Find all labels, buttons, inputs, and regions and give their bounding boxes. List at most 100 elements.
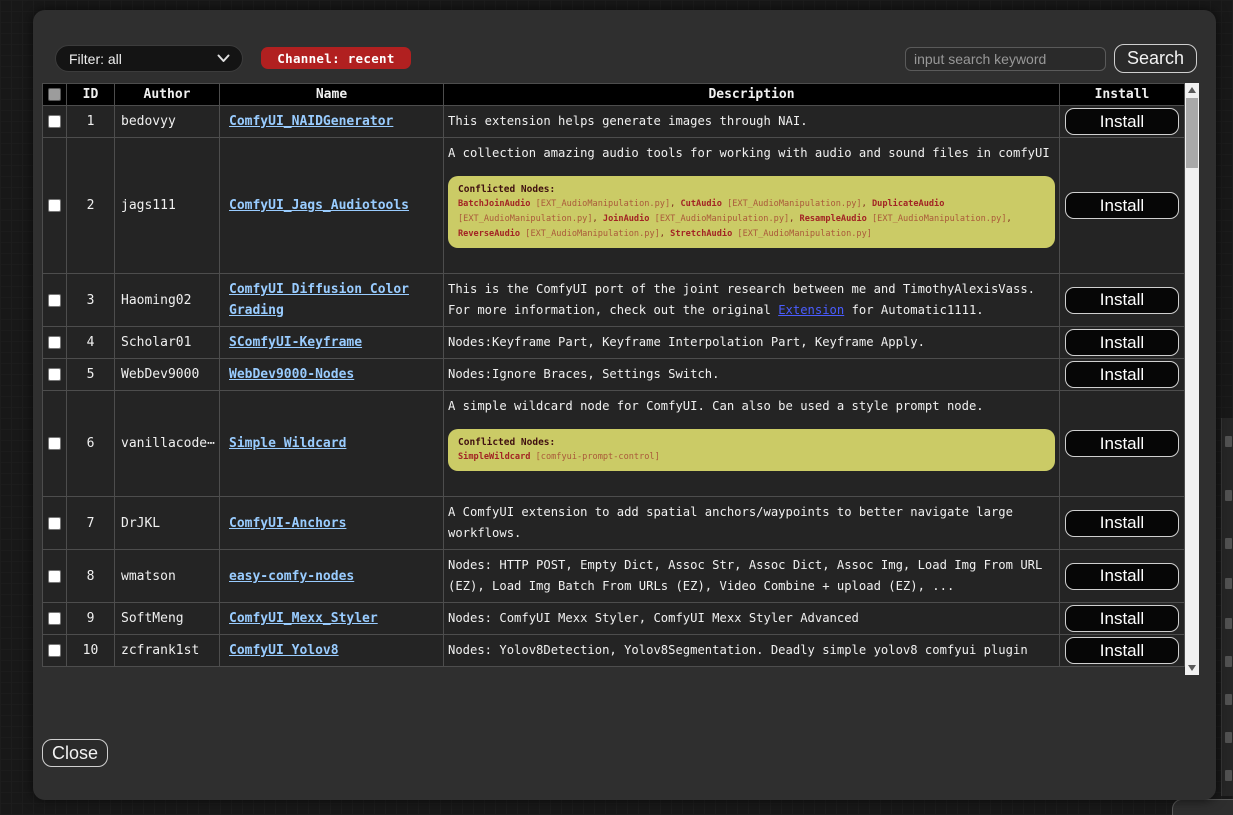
table-row: 9 SoftMeng ComfyUI_Mexx_Styler Nodes: Co… <box>43 603 1185 635</box>
row-id: 2 <box>67 138 115 274</box>
row-id: 6 <box>67 391 115 497</box>
row-description: Nodes:Keyframe Part, Keyframe Interpolat… <box>444 327 1060 359</box>
custom-nodes-table-container: ID Author Name Description Install 1 bed… <box>42 83 1199 675</box>
install-button[interactable]: Install <box>1065 637 1179 664</box>
row-author: Haoming02 <box>115 274 220 327</box>
extension-name-link[interactable]: ComfyUI_NAIDGenerator <box>229 114 393 129</box>
scroll-up-arrow-icon <box>1188 87 1196 93</box>
row-author: DrJKL <box>115 497 220 550</box>
row-author: wmatson <box>115 550 220 603</box>
table-row: 1 bedovyy ComfyUI_NAIDGenerator This ext… <box>43 106 1185 138</box>
custom-nodes-manager-dialog: Filter: all Channel: recent Search ID Au… <box>33 10 1216 800</box>
filter-dropdown-label: Filter: all <box>69 51 122 67</box>
extension-name-link[interactable]: ComfyUI-Anchors <box>229 516 346 531</box>
scroll-down-arrow-icon <box>1188 665 1196 671</box>
row-description: This extension helps generate images thr… <box>444 106 1060 138</box>
row-checkbox[interactable] <box>48 644 61 657</box>
extension-name-link[interactable]: easy-comfy-nodes <box>229 569 354 584</box>
row-id: 9 <box>67 603 115 635</box>
row-description: Nodes: ComfyUI Mexx Styler, ComfyUI Mexx… <box>444 603 1060 635</box>
install-button[interactable]: Install <box>1065 361 1179 388</box>
row-checkbox[interactable] <box>48 199 61 212</box>
external-extension-link[interactable]: Extension <box>778 303 844 317</box>
row-checkbox[interactable] <box>48 336 61 349</box>
row-author: WebDev9000 <box>115 359 220 391</box>
chevron-down-icon <box>217 54 230 63</box>
extension-name-link[interactable]: Simple Wildcard <box>229 436 346 451</box>
extension-name-link[interactable]: ComfyUI Diffusion Color Grading <box>229 282 409 318</box>
row-checkbox[interactable] <box>48 517 61 530</box>
table-row: 8 wmatson easy-comfy-nodes Nodes: HTTP P… <box>43 550 1185 603</box>
row-id: 4 <box>67 327 115 359</box>
row-checkbox[interactable] <box>48 570 61 583</box>
table-row: 4 Scholar01 SComfyUI-Keyframe Nodes:Keyf… <box>43 327 1185 359</box>
background-menu-sliver <box>1221 418 1233 796</box>
install-button[interactable]: Install <box>1065 563 1179 590</box>
row-checkbox[interactable] <box>48 368 61 381</box>
table-row: 6 vanillacode⋯ Simple Wildcard A simple … <box>43 391 1185 497</box>
row-description: This is the ComfyUI port of the joint re… <box>444 274 1060 327</box>
row-author: bedovyy <box>115 106 220 138</box>
row-checkbox[interactable] <box>48 115 61 128</box>
row-description: A collection amazing audio tools for wor… <box>444 138 1060 274</box>
header-author: Author <box>115 84 220 106</box>
install-button[interactable]: Install <box>1065 329 1179 356</box>
extension-name-link[interactable]: ComfyUI_Jags_Audiotools <box>229 198 409 213</box>
conflicted-nodes-warning: Conflicted Nodes:SimpleWildcard [comfyui… <box>448 429 1055 471</box>
row-author: vanillacode⋯ <box>115 391 220 497</box>
table-header-row: ID Author Name Description Install <box>43 84 1185 106</box>
row-id: 7 <box>67 497 115 550</box>
table-row: 10 zcfrank1st ComfyUI Yolov8 Nodes: Yolo… <box>43 635 1185 667</box>
search-button[interactable]: Search <box>1114 44 1197 73</box>
filter-dropdown[interactable]: Filter: all <box>55 45 243 72</box>
header-name: Name <box>220 84 444 106</box>
table-row: 7 DrJKL ComfyUI-Anchors A ComfyUI extens… <box>43 497 1185 550</box>
close-button[interactable]: Close <box>42 739 108 767</box>
extension-name-link[interactable]: WebDev9000-Nodes <box>229 367 354 382</box>
row-description: Nodes: HTTP POST, Empty Dict, Assoc Str,… <box>444 550 1060 603</box>
install-button[interactable]: Install <box>1065 287 1179 314</box>
description-text: A collection amazing audio tools for wor… <box>448 143 1055 164</box>
row-description: A simple wildcard node for ComfyUI. Can … <box>444 391 1060 497</box>
install-button[interactable]: Install <box>1065 108 1179 135</box>
install-button[interactable]: Install <box>1065 430 1179 457</box>
row-checkbox[interactable] <box>48 612 61 625</box>
search-input[interactable] <box>905 47 1106 71</box>
conflicted-nodes-warning: Conflicted Nodes:BatchJoinAudio [EXT_Aud… <box>448 176 1055 248</box>
select-all-checkbox[interactable] <box>48 88 61 101</box>
description-text: A simple wildcard node for ComfyUI. Can … <box>448 396 1055 417</box>
install-button[interactable]: Install <box>1065 192 1179 219</box>
header-checkbox-cell <box>43 84 67 106</box>
table-row: 5 WebDev9000 WebDev9000-Nodes Nodes:Igno… <box>43 359 1185 391</box>
extension-name-link[interactable]: SComfyUI-Keyframe <box>229 335 362 350</box>
row-author: SoftMeng <box>115 603 220 635</box>
channel-badge: Channel: recent <box>261 47 411 69</box>
extension-name-link[interactable]: ComfyUI_Mexx_Styler <box>229 611 378 626</box>
header-id: ID <box>67 84 115 106</box>
row-author: jags111 <box>115 138 220 274</box>
row-description: Nodes:Ignore Braces, Settings Switch. <box>444 359 1060 391</box>
row-id: 5 <box>67 359 115 391</box>
row-author: zcfrank1st <box>115 635 220 667</box>
row-author: Scholar01 <box>115 327 220 359</box>
table-row: 3 Haoming02 ComfyUI Diffusion Color Grad… <box>43 274 1185 327</box>
row-id: 8 <box>67 550 115 603</box>
row-id: 3 <box>67 274 115 327</box>
install-button[interactable]: Install <box>1065 605 1179 632</box>
table-row: 2 jags111 ComfyUI_Jags_Audiotools A coll… <box>43 138 1185 274</box>
table-scrollbar[interactable] <box>1185 83 1199 675</box>
extension-name-link[interactable]: ComfyUI Yolov8 <box>229 643 339 658</box>
header-description: Description <box>444 84 1060 106</box>
background-corner-panel <box>1172 799 1233 815</box>
scrollbar-down-button[interactable] <box>1185 661 1199 675</box>
row-checkbox[interactable] <box>48 437 61 450</box>
description-text: for Automatic1111. <box>844 303 983 317</box>
header-install: Install <box>1060 84 1185 106</box>
row-description: Nodes: Yolov8Detection, Yolov8Segmentati… <box>444 635 1060 667</box>
install-button[interactable]: Install <box>1065 510 1179 537</box>
row-checkbox[interactable] <box>48 294 61 307</box>
row-description: A ComfyUI extension to add spatial ancho… <box>444 497 1060 550</box>
custom-nodes-table: ID Author Name Description Install 1 bed… <box>42 83 1185 667</box>
scrollbar-up-button[interactable] <box>1185 83 1199 97</box>
scrollbar-thumb[interactable] <box>1186 98 1198 168</box>
